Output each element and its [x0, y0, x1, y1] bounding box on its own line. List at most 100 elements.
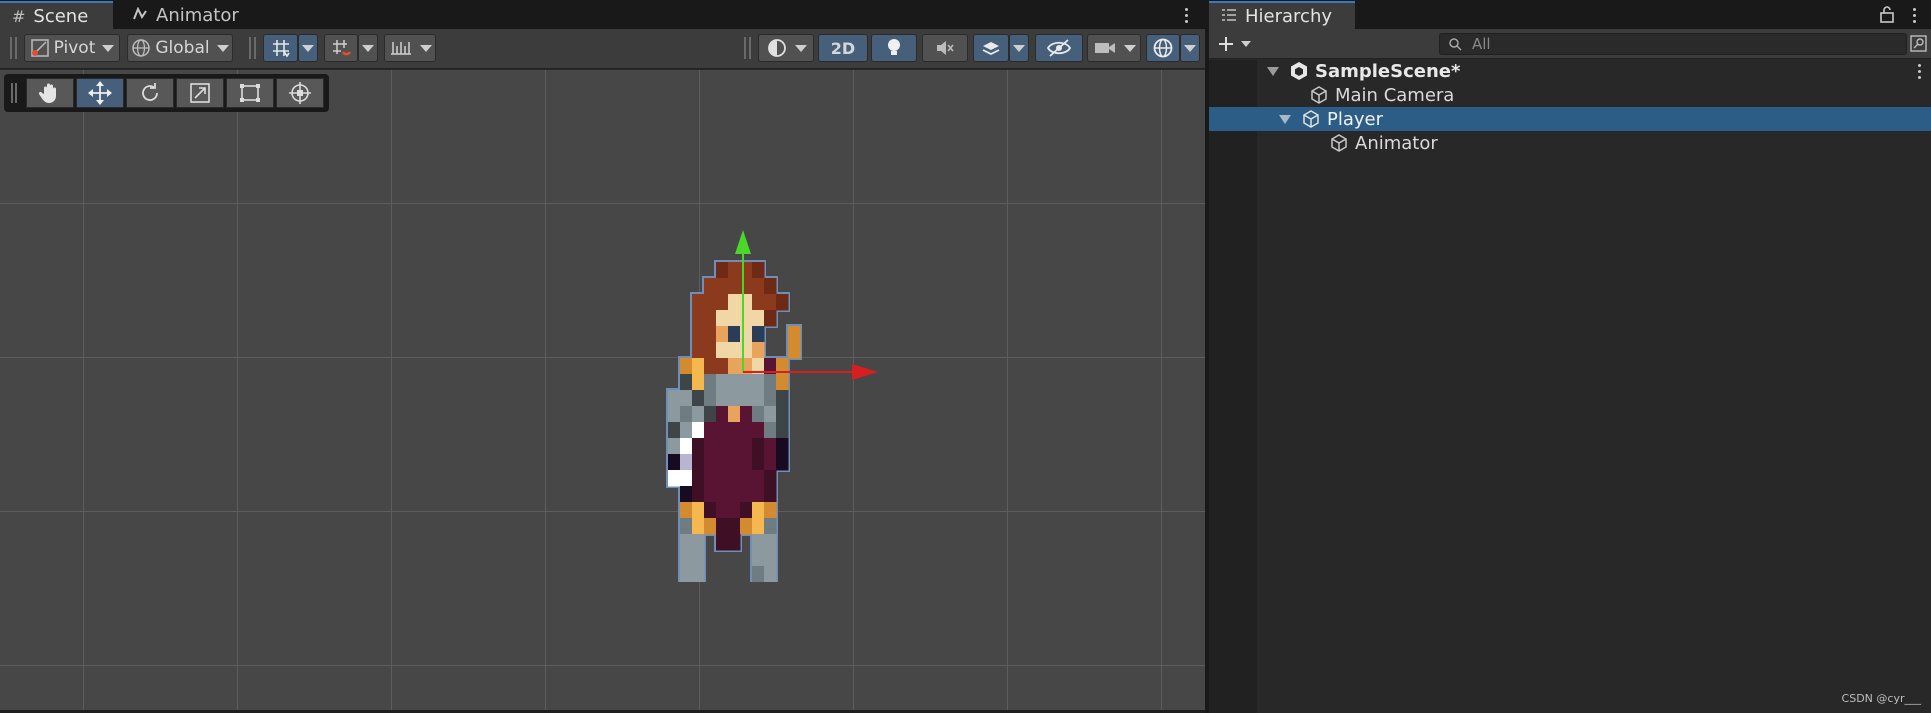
scene-search-icon[interactable]	[1910, 34, 1928, 54]
sprite-pixel	[692, 502, 705, 519]
fold-arrow-icon[interactable]	[1267, 67, 1279, 76]
scene-menu-icon[interactable]	[1179, 4, 1193, 26]
sprite-pixel	[764, 470, 777, 487]
sprite-pixel	[764, 422, 777, 439]
grid-line	[391, 70, 392, 710]
gizmos-toggle[interactable]	[1146, 34, 1180, 62]
grid-snap-dropdown[interactable]	[298, 34, 318, 62]
sprite-pixel	[692, 438, 705, 455]
transform-tool-button[interactable]	[276, 78, 324, 108]
rotate-icon	[142, 83, 158, 101]
hash-icon: #	[12, 6, 26, 26]
sprite-pixel	[752, 502, 765, 519]
sprite-pixel	[716, 502, 729, 519]
create-dropdown[interactable]	[1217, 33, 1261, 55]
sprite-pixel	[740, 502, 753, 519]
sprite-pixel	[680, 550, 693, 567]
lighting-toggle[interactable]	[871, 34, 917, 62]
move-gizmo[interactable]	[700, 230, 890, 380]
sprite-pixel	[776, 422, 789, 439]
sprite-pixel	[680, 486, 693, 503]
hierarchy-item-animator[interactable]: Animator	[1257, 131, 1931, 155]
fold-arrow-icon[interactable]	[1279, 115, 1291, 124]
draw-mode-dropdown[interactable]	[758, 34, 814, 62]
toolbar-grip-icon[interactable]	[744, 37, 751, 59]
grid-line	[853, 70, 854, 710]
globe-icon	[132, 39, 151, 57]
camera-dropdown[interactable]	[1087, 34, 1141, 62]
rect-tool-button[interactable]	[226, 78, 274, 108]
scene-viewport[interactable]	[0, 70, 1205, 710]
scene-row-menu-icon[interactable]	[1912, 60, 1926, 82]
hierarchy-search-input[interactable]: All	[1439, 33, 1907, 55]
toolbar-grip-icon[interactable]	[249, 37, 256, 59]
increment-snap-icon	[333, 40, 352, 56]
gizmos-dropdown[interactable]	[1180, 34, 1200, 62]
sprite-pixel	[764, 534, 777, 551]
sprite-pixel	[752, 534, 765, 551]
sprite-pixel	[716, 454, 729, 471]
hierarchy-item-main-camera[interactable]: Main Camera	[1257, 83, 1931, 107]
increment-snap-button[interactable]	[324, 34, 358, 62]
hierarchy-item-label: Animator	[1355, 132, 1438, 154]
hand-tool-button[interactable]	[26, 78, 74, 108]
toolbar-grip-icon[interactable]	[10, 37, 17, 59]
search-placeholder: All	[1472, 35, 1491, 53]
sprite-pixel	[704, 406, 717, 423]
sprite-pixel	[752, 422, 765, 439]
hierarchy-item-player[interactable]: Player	[1209, 107, 1931, 131]
effects-dropdown[interactable]	[1009, 34, 1029, 62]
scene-name: SampleScene*	[1315, 60, 1461, 82]
audio-muted-icon	[937, 41, 954, 55]
sprite-pixel	[716, 438, 729, 455]
grid-snap-icon	[272, 40, 290, 58]
gizmo-x-arrow-icon[interactable]	[852, 364, 878, 380]
animator-icon	[132, 6, 148, 25]
tab-hierarchy[interactable]: Hierarchy	[1209, 1, 1355, 29]
sprite-pixel	[752, 566, 765, 582]
scene-visibility-toggle[interactable]	[1035, 34, 1083, 62]
tab-scene[interactable]: # Scene	[0, 1, 113, 29]
overlay-grip-icon[interactable]	[11, 83, 17, 103]
move-tool-button[interactable]	[76, 78, 124, 108]
sprite-pixel	[728, 390, 741, 407]
effects-toggle[interactable]	[973, 34, 1009, 62]
audio-toggle[interactable]	[922, 34, 968, 62]
sprite-pixel	[740, 422, 753, 439]
tools-overlay	[4, 74, 329, 112]
grid-snap-button[interactable]	[263, 34, 298, 62]
rect-transform-icon	[240, 84, 260, 102]
rotate-tool-button[interactable]	[126, 78, 174, 108]
sprite-pixel	[692, 534, 705, 551]
global-dropdown[interactable]: Global	[127, 34, 233, 62]
sprite-pixel	[680, 502, 693, 519]
sprite-pixel	[716, 390, 729, 407]
sprite-pixel	[692, 422, 705, 439]
sprite-pixel	[728, 502, 741, 519]
sprite-pixel	[728, 422, 741, 439]
hierarchy-menu-icon[interactable]	[1907, 4, 1921, 26]
chevron-down-icon	[419, 44, 432, 52]
lock-icon[interactable]	[1879, 5, 1895, 23]
gizmo-y-arrow-icon[interactable]	[735, 230, 751, 254]
increment-snap-dropdown[interactable]	[358, 34, 378, 62]
tab-animator[interactable]: Animator	[120, 1, 250, 29]
view-2d-toggle[interactable]: 2D	[818, 34, 868, 62]
hierarchy-scene-row[interactable]: SampleScene*	[1257, 59, 1931, 83]
hand-icon	[38, 83, 56, 103]
hierarchy-toolbar: All	[1209, 29, 1931, 59]
sprite-pixel	[680, 566, 693, 582]
scene-panel: # Scene Animator Pivot Global 2D	[0, 0, 1205, 713]
sprite-pixel	[716, 534, 729, 551]
search-icon	[1449, 38, 1462, 51]
gameobject-cube-icon	[1331, 134, 1347, 152]
snap-settings-dropdown[interactable]	[384, 34, 436, 62]
sprite-pixel	[704, 470, 717, 487]
scale-tool-button[interactable]	[176, 78, 224, 108]
pivot-dropdown[interactable]: Pivot	[24, 34, 120, 62]
sprite-pixel	[728, 454, 741, 471]
sprite-pixel	[668, 406, 681, 423]
view-2d-label: 2D	[830, 38, 856, 58]
sprite-pixel	[680, 534, 693, 551]
sprite-pixel	[704, 518, 717, 535]
